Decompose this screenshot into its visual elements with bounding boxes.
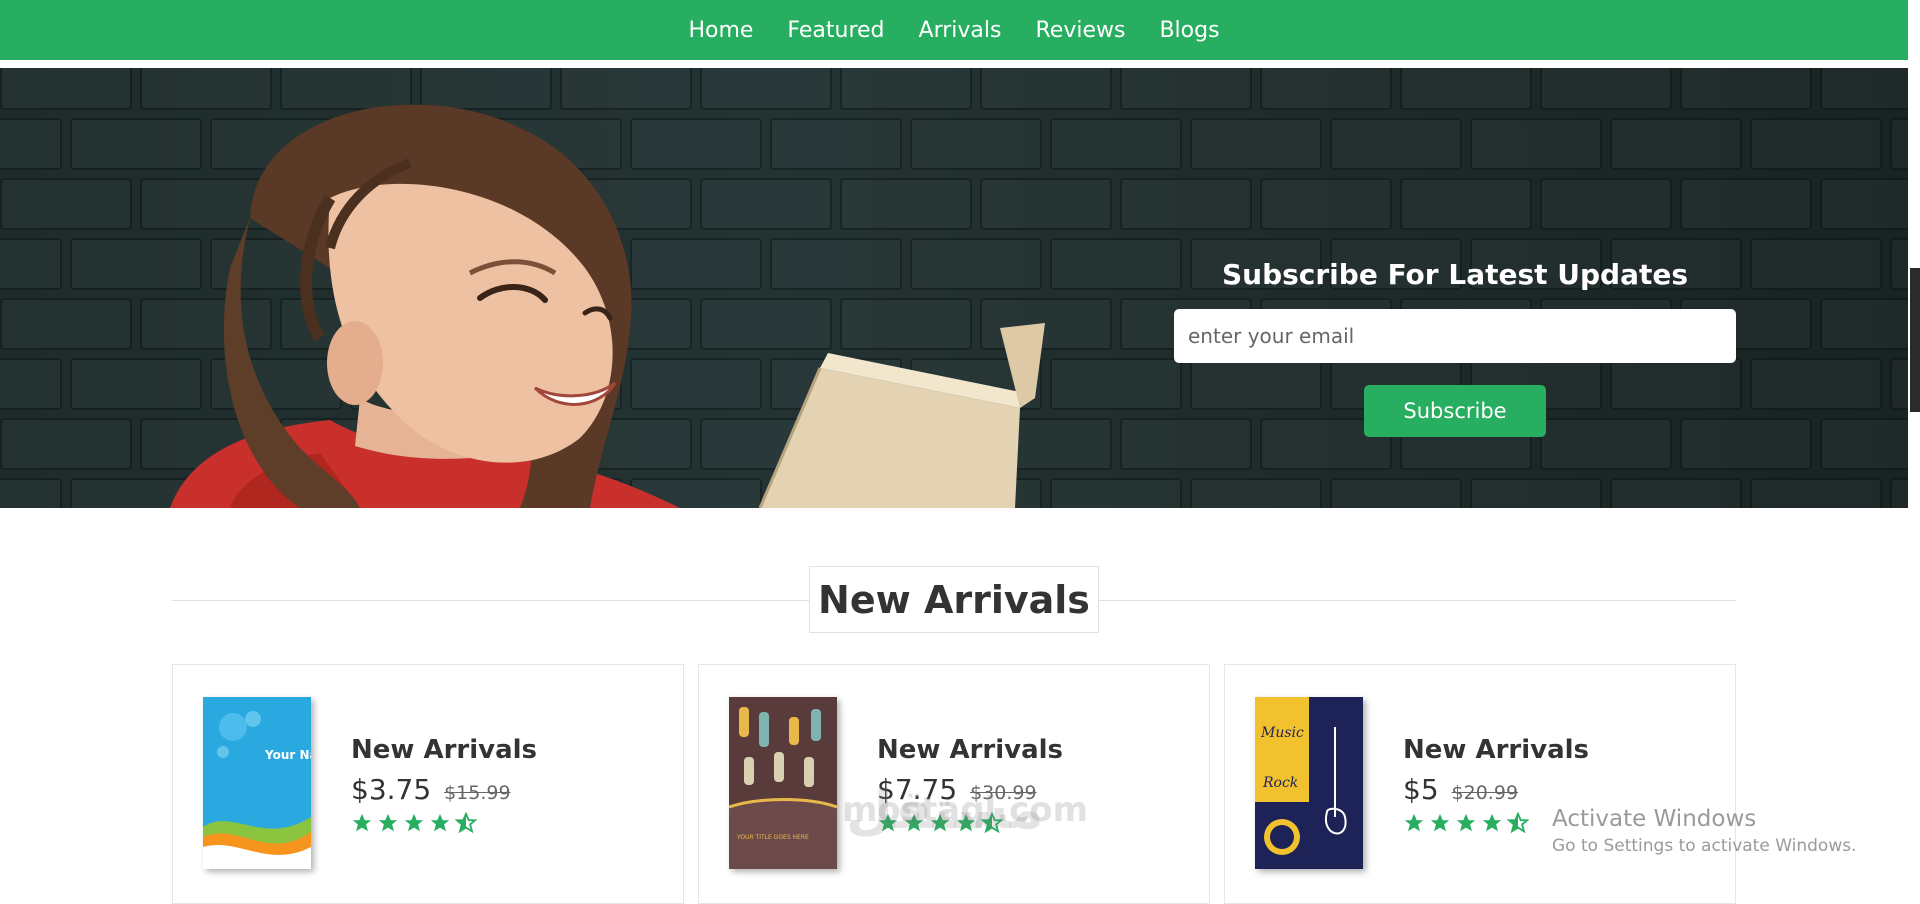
star-icon [1456, 813, 1476, 832]
email-input[interactable] [1174, 309, 1736, 363]
cover-text: YOUR TITLE GOES HERE [736, 834, 809, 841]
nav-blogs-link[interactable]: Blogs [1159, 18, 1219, 43]
brick [1610, 118, 1742, 170]
star-icon [378, 813, 398, 832]
star-icon [1482, 813, 1502, 832]
book-cover-image: Music Rock [1255, 697, 1363, 869]
cover-text-2: Rock [1262, 775, 1298, 791]
product-price-row: $3.75 $15.99 [351, 773, 537, 806]
brick [1750, 118, 1882, 170]
product-title: New Arrivals [1403, 735, 1590, 765]
activate-windows-subtitle: Go to Settings to activate Windows. [1552, 836, 1857, 856]
brick [1820, 68, 1908, 110]
product-info: New Arrivals $3.75 $15.99 [351, 735, 537, 834]
newsletter-hero: Subscribe For Latest Updates Subscribe [0, 68, 1908, 508]
brick [1680, 68, 1812, 110]
brick [1890, 118, 1908, 170]
subscribe-title: Subscribe For Latest Updates [1221, 258, 1689, 291]
brick [1890, 358, 1908, 410]
star-icon [1404, 813, 1424, 832]
brick [1820, 178, 1908, 230]
brick [1750, 478, 1882, 508]
brick [1750, 358, 1882, 410]
book-cover-image: Your Name [203, 697, 311, 869]
brick [1050, 118, 1182, 170]
cover-text-1: Music [1260, 725, 1304, 741]
brick [1120, 68, 1252, 110]
product-price-row: $5 $20.99 [1403, 773, 1589, 806]
brick [1890, 478, 1908, 508]
product-card[interactable]: Music Rock New Arrivals $5 $20.99 [1224, 664, 1736, 904]
brick [1890, 238, 1908, 290]
product-price: $5 [1403, 773, 1439, 806]
brick [1820, 418, 1908, 470]
section-heading-box: New Arrivals [809, 566, 1099, 633]
scrollbar-thumb[interactable] [1910, 268, 1920, 412]
brick [1750, 238, 1882, 290]
star-icon [352, 813, 372, 832]
brick [1050, 238, 1182, 290]
brick [1540, 178, 1672, 230]
product-old-price: $15.99 [444, 782, 511, 804]
brick [1260, 178, 1392, 230]
product-price: $3.75 [351, 773, 432, 806]
brick [1190, 118, 1322, 170]
product-card[interactable]: Your Name New Arrivals $3.75 $15.99 [172, 664, 684, 904]
nav-home-link[interactable]: Home [688, 18, 753, 43]
brick [1120, 178, 1252, 230]
brick [1400, 68, 1532, 110]
brick [1050, 358, 1182, 410]
brick [1540, 68, 1672, 110]
star-half-icon [1507, 812, 1529, 834]
nav-arrivals-link[interactable]: Arrivals [919, 18, 1002, 43]
site-watermark: mostaql.com [842, 790, 1089, 830]
rating-stars [351, 812, 537, 834]
nav-reviews-link[interactable]: Reviews [1035, 18, 1125, 43]
cover-text: Your Name [264, 748, 311, 762]
activate-windows-watermark: Activate Windows Go to Settings to activ… [1552, 806, 1857, 856]
star-icon [404, 813, 424, 832]
brick [1470, 118, 1602, 170]
subscribe-form: Subscribe For Latest Updates Subscribe [1174, 258, 1736, 437]
woman-reading-image [170, 104, 1045, 508]
star-icon [1430, 813, 1450, 832]
brick [1610, 478, 1742, 508]
brick [1470, 478, 1602, 508]
brick [1190, 478, 1322, 508]
nav-featured-link[interactable]: Featured [787, 18, 884, 43]
scrollbar-track[interactable] [1908, 0, 1920, 900]
book-cover-image: YOUR TITLE GOES HERE [729, 697, 837, 869]
section-heading: New Arrivals [818, 577, 1090, 622]
top-navigation: Home Featured Arrivals Reviews Blogs [0, 0, 1908, 60]
activate-windows-title: Activate Windows [1552, 806, 1757, 832]
brick [1260, 68, 1392, 110]
product-title: New Arrivals [351, 735, 538, 765]
brick [1050, 478, 1182, 508]
brick [1330, 478, 1462, 508]
subscribe-button[interactable]: Subscribe [1364, 385, 1546, 437]
product-title: New Arrivals [877, 735, 1064, 765]
brick [1330, 118, 1462, 170]
star-half-icon [455, 812, 477, 834]
brick [1400, 178, 1532, 230]
star-icon [430, 813, 450, 832]
brick [1820, 298, 1908, 350]
brick [1680, 178, 1812, 230]
product-old-price: $20.99 [1451, 782, 1519, 804]
